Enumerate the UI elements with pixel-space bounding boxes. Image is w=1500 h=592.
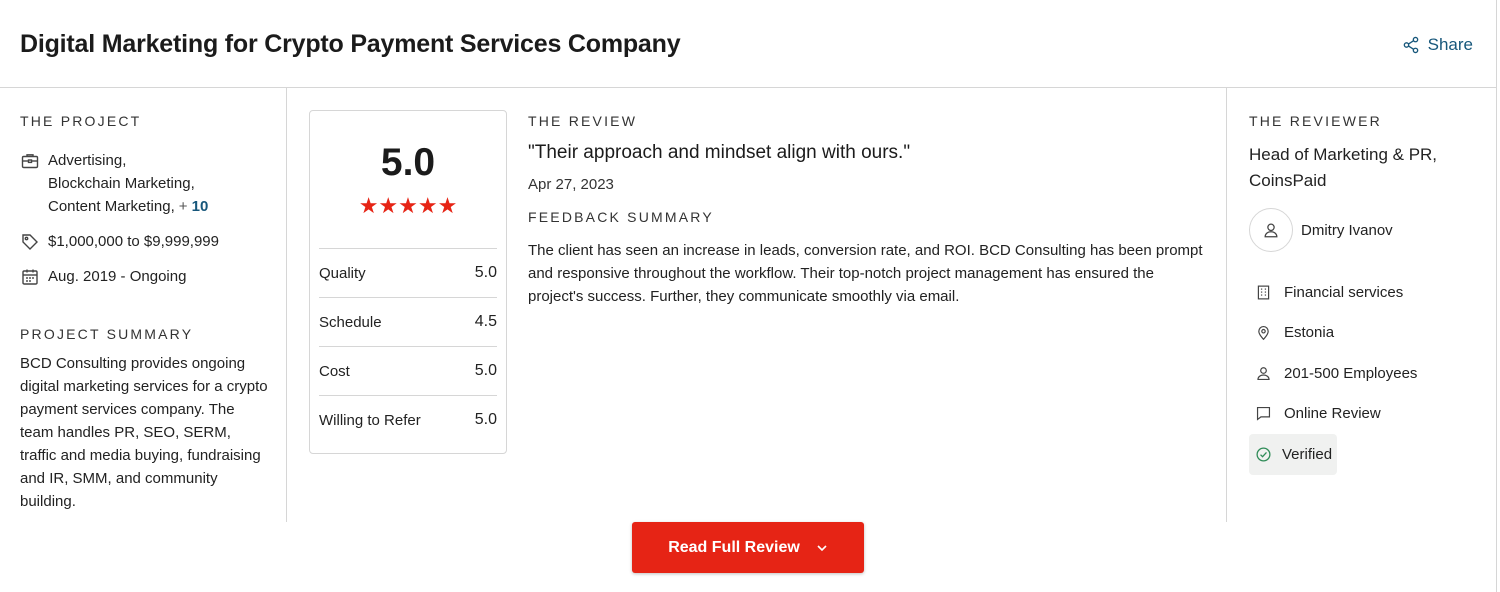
reviewer-identity: Dmitry Ivanov	[1249, 208, 1479, 252]
reviewer-column: THE REVIEWER Head of Marketing & PR, Coi…	[1249, 113, 1479, 475]
column-divider	[1226, 88, 1227, 522]
rating-value: 4.5	[474, 313, 497, 330]
briefcase-icon	[21, 154, 39, 169]
project-services: Advertising, Blockchain Marketing, Conte…	[20, 149, 270, 218]
share-label: Share	[1427, 35, 1473, 54]
review-date: Apr 27, 2023	[528, 176, 614, 193]
project-column: THE PROJECT Advertising, Blockchain Mark…	[20, 113, 270, 513]
read-full-review-label: Read Full Review	[668, 538, 800, 556]
calendar-icon	[22, 269, 38, 285]
feedback-summary-text: The client has seen an increase in leads…	[528, 242, 1203, 305]
rating-value: 5.0	[474, 411, 497, 428]
project-budget: $1,000,000 to $9,999,999	[20, 230, 270, 253]
check-circle-icon	[1256, 447, 1271, 462]
reviewer-section-label: THE REVIEWER	[1249, 113, 1382, 129]
industry-value: Financial services	[1284, 283, 1404, 301]
reviewer-attributes: Financial services Estonia 201-500 Emplo…	[1249, 272, 1479, 475]
rating-row-refer: Willing to Refer 5.0	[319, 395, 497, 444]
review-title: Digital Marketing for Crypto Payment Ser…	[20, 30, 681, 58]
verified-badge: Verified	[1249, 434, 1337, 475]
location-pin-icon	[1258, 326, 1269, 341]
rating-label: Cost	[319, 362, 350, 380]
service-item: Advertising,	[48, 152, 127, 169]
review-header: Digital Marketing for Crypto Payment Ser…	[0, 0, 1497, 88]
review-card: Digital Marketing for Crypto Payment Ser…	[0, 0, 1497, 592]
review-type-value: Online Review	[1284, 405, 1381, 423]
avatar	[1249, 208, 1293, 252]
rating-label: Schedule	[319, 313, 382, 331]
price-tag-icon	[22, 234, 38, 250]
read-full-review-button[interactable]: Read Full Review	[632, 522, 864, 573]
reviewer-review-type: Online Review	[1249, 394, 1479, 435]
rating-row-cost: Cost 5.0	[319, 346, 497, 395]
share-icon	[1403, 36, 1418, 54]
review-column: THE REVIEW "Their approach and mindset a…	[528, 113, 1208, 308]
reviewer-industry: Financial services	[1249, 272, 1479, 313]
verified-label: Verified	[1282, 445, 1333, 463]
rating-box: 5.0 ★★★★★ Quality 5.0 Schedule 4.5 Cost …	[309, 110, 507, 454]
project-summary-text: BCD Consulting provides ongoing digital …	[20, 355, 268, 510]
chat-bubble-icon	[1256, 407, 1271, 421]
service-item: Blockchain Marketing,	[48, 175, 195, 192]
user-icon	[1264, 223, 1278, 238]
feedback-summary-label: FEEDBACK SUMMARY	[528, 209, 714, 225]
reviewer-role: Head of Marketing & PR, CoinsPaid	[1249, 145, 1438, 190]
building-icon	[1257, 285, 1270, 300]
rating-label: Willing to Refer	[319, 411, 421, 429]
rating-row-quality: Quality 5.0	[319, 248, 497, 297]
review-section-label: THE REVIEW	[528, 113, 638, 129]
project-summary-label: PROJECT SUMMARY	[20, 326, 194, 342]
rating-breakdown: Quality 5.0 Schedule 4.5 Cost 5.0 Willin…	[319, 248, 497, 444]
budget-value: $1,000,000 to $9,999,999	[48, 233, 219, 250]
review-quote: "Their approach and mindset align with o…	[528, 142, 911, 163]
service-item: Content Marketing,	[48, 198, 175, 215]
project-timeline: Aug. 2019 - Ongoing	[20, 265, 270, 288]
person-icon	[1257, 366, 1270, 380]
reviewer-name: Dmitry Ivanov	[1301, 221, 1393, 239]
company-size-value: 201-500 Employees	[1284, 364, 1418, 382]
column-divider	[286, 88, 287, 522]
rating-value: 5.0	[474, 362, 497, 379]
services-more-prefix: +	[178, 198, 188, 215]
rating-value: 5.0	[474, 264, 497, 281]
reviewer-location: Estonia	[1249, 313, 1479, 354]
rating-label: Quality	[319, 264, 366, 282]
rating-row-schedule: Schedule 4.5	[319, 297, 497, 346]
chevron-down-icon	[817, 544, 827, 551]
services-more-link[interactable]: 10	[192, 198, 209, 215]
project-section-label: THE PROJECT	[20, 113, 142, 129]
share-button[interactable]: Share	[1402, 35, 1473, 55]
reviewer-company-size: 201-500 Employees	[1249, 353, 1479, 394]
star-rating: ★★★★★	[358, 193, 458, 218]
location-value: Estonia	[1284, 324, 1335, 342]
timeline-value: Aug. 2019 - Ongoing	[48, 268, 187, 285]
overall-score: 5.0	[380, 141, 436, 184]
